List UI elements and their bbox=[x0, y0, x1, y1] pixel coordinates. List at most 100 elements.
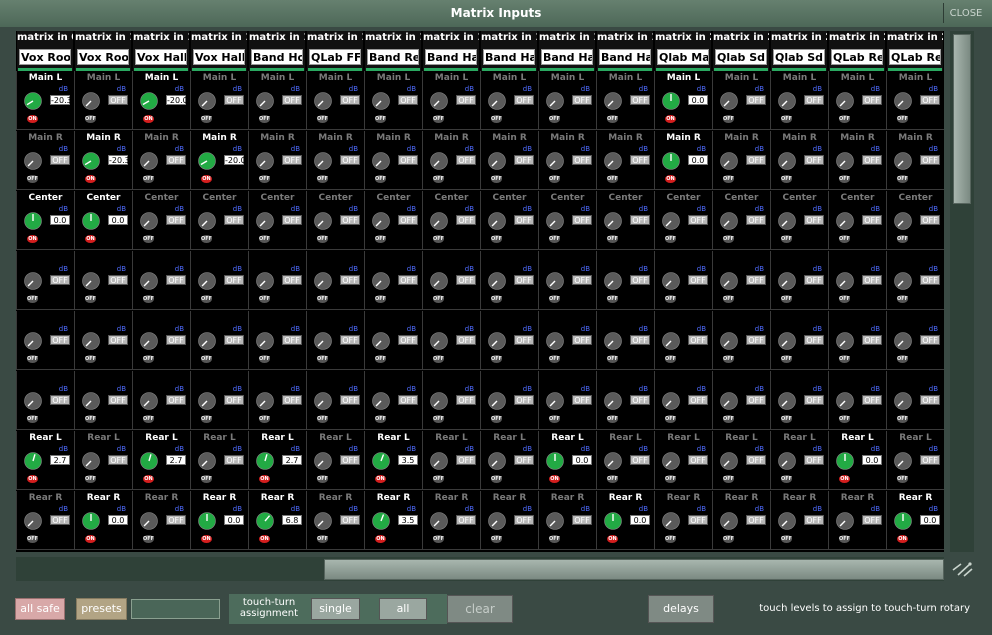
matrix-cell[interactable]: dB OFF OFF bbox=[16, 311, 74, 370]
level-value[interactable]: 0.0 bbox=[630, 515, 650, 525]
level-knob-icon[interactable] bbox=[82, 272, 100, 290]
mute-toggle[interactable]: OFF bbox=[201, 355, 212, 363]
matrix-cell[interactable]: Center dB OFF OFF bbox=[248, 191, 306, 250]
mute-toggle[interactable]: ON bbox=[27, 235, 38, 243]
level-knob-icon[interactable] bbox=[720, 392, 738, 410]
matrix-cell[interactable]: dB OFF OFF bbox=[480, 251, 538, 310]
mute-toggle[interactable]: OFF bbox=[781, 475, 792, 483]
matrix-cell[interactable]: dB OFF OFF bbox=[364, 251, 422, 310]
column-name-field[interactable]: Band Rear bbox=[367, 49, 419, 65]
mute-toggle[interactable]: OFF bbox=[433, 175, 444, 183]
level-value[interactable]: OFF bbox=[688, 335, 708, 345]
matrix-cell[interactable]: Rear R dB OFF OFF bbox=[828, 491, 886, 550]
matrix-cell[interactable]: Rear L dB 0.0 ON bbox=[828, 431, 886, 490]
level-value[interactable]: -20.3 bbox=[108, 155, 130, 165]
matrix-cell[interactable]: Main L dB OFF OFF bbox=[248, 71, 306, 130]
level-knob-icon[interactable] bbox=[894, 512, 912, 530]
matrix-cell[interactable]: Rear R dB 6.8 ON bbox=[248, 491, 306, 550]
column-name-field[interactable]: QLab Rear bbox=[831, 49, 883, 65]
level-knob-icon[interactable] bbox=[430, 392, 448, 410]
level-value[interactable]: OFF bbox=[862, 275, 882, 285]
level-knob-icon[interactable] bbox=[198, 152, 216, 170]
mute-toggle[interactable]: OFF bbox=[259, 355, 270, 363]
level-knob-icon[interactable] bbox=[662, 452, 680, 470]
level-knob-icon[interactable] bbox=[24, 272, 42, 290]
level-knob-icon[interactable] bbox=[198, 92, 216, 110]
level-knob-icon[interactable] bbox=[488, 512, 506, 530]
matrix-cell[interactable]: Main R dB OFF OFF bbox=[248, 131, 306, 190]
matrix-cell[interactable]: Center dB OFF OFF bbox=[712, 191, 770, 250]
level-knob-icon[interactable] bbox=[604, 452, 622, 470]
matrix-cell[interactable]: dB OFF OFF bbox=[16, 371, 74, 430]
matrix-cell[interactable]: Center dB OFF OFF bbox=[306, 191, 364, 250]
mute-toggle[interactable]: OFF bbox=[897, 295, 908, 303]
matrix-cell[interactable]: Main L dB OFF OFF bbox=[74, 71, 132, 130]
level-value[interactable]: OFF bbox=[166, 155, 186, 165]
matrix-cell[interactable]: dB OFF OFF bbox=[364, 311, 422, 370]
level-value[interactable]: -20.0 bbox=[224, 155, 246, 165]
mute-toggle[interactable]: OFF bbox=[607, 175, 618, 183]
matrix-cell[interactable]: Main L dB -20.0 ON bbox=[132, 71, 190, 130]
column-name-field[interactable]: Vox Room bbox=[77, 49, 129, 65]
mute-toggle[interactable]: OFF bbox=[723, 355, 734, 363]
mute-toggle[interactable]: OFF bbox=[723, 175, 734, 183]
level-value[interactable]: OFF bbox=[398, 275, 418, 285]
matrix-cell[interactable]: Main R dB OFF OFF bbox=[770, 131, 828, 190]
vertical-scrollbar-thumb[interactable] bbox=[953, 34, 971, 204]
mute-toggle[interactable]: OFF bbox=[259, 175, 270, 183]
matrix-cell[interactable]: dB OFF OFF bbox=[306, 251, 364, 310]
level-value[interactable]: OFF bbox=[224, 335, 244, 345]
matrix-cell[interactable]: Rear R dB OFF OFF bbox=[480, 491, 538, 550]
mute-toggle[interactable]: OFF bbox=[549, 175, 560, 183]
mute-toggle[interactable]: OFF bbox=[665, 355, 676, 363]
matrix-cell[interactable]: Main L dB OFF OFF bbox=[770, 71, 828, 130]
matrix-cell[interactable]: dB OFF OFF bbox=[306, 371, 364, 430]
level-value[interactable]: OFF bbox=[166, 215, 186, 225]
mute-toggle[interactable]: OFF bbox=[375, 235, 386, 243]
mute-toggle[interactable]: OFF bbox=[723, 115, 734, 123]
matrix-cell[interactable]: dB OFF OFF bbox=[480, 311, 538, 370]
matrix-cell[interactable]: Main R dB OFF OFF bbox=[16, 131, 74, 190]
mute-toggle[interactable]: OFF bbox=[491, 355, 502, 363]
matrix-cell[interactable]: Rear R dB OFF OFF bbox=[538, 491, 596, 550]
mute-toggle[interactable]: OFF bbox=[143, 355, 154, 363]
mute-toggle[interactable]: OFF bbox=[491, 415, 502, 423]
mute-toggle[interactable]: OFF bbox=[317, 295, 328, 303]
mute-toggle[interactable]: OFF bbox=[259, 235, 270, 243]
mute-toggle[interactable]: ON bbox=[839, 475, 850, 483]
level-value[interactable]: OFF bbox=[398, 395, 418, 405]
mute-toggle[interactable]: OFF bbox=[317, 415, 328, 423]
matrix-cell[interactable]: dB OFF OFF bbox=[886, 251, 944, 310]
matrix-cell[interactable]: Rear L dB OFF OFF bbox=[306, 431, 364, 490]
mute-toggle[interactable]: OFF bbox=[27, 355, 38, 363]
mute-toggle[interactable]: OFF bbox=[781, 415, 792, 423]
level-value[interactable]: OFF bbox=[340, 515, 360, 525]
level-value[interactable]: OFF bbox=[224, 95, 244, 105]
level-knob-icon[interactable] bbox=[488, 332, 506, 350]
level-knob-icon[interactable] bbox=[488, 392, 506, 410]
mute-toggle[interactable]: OFF bbox=[491, 295, 502, 303]
clear-button[interactable]: clear bbox=[447, 595, 513, 623]
level-knob-icon[interactable] bbox=[430, 332, 448, 350]
level-value[interactable]: OFF bbox=[514, 335, 534, 345]
mute-toggle[interactable]: ON bbox=[607, 535, 618, 543]
level-knob-icon[interactable] bbox=[894, 92, 912, 110]
matrix-cell[interactable]: Rear L dB 0.0 ON bbox=[538, 431, 596, 490]
level-value[interactable]: OFF bbox=[514, 155, 534, 165]
level-knob-icon[interactable] bbox=[82, 512, 100, 530]
mute-toggle[interactable]: OFF bbox=[781, 175, 792, 183]
mute-toggle[interactable]: OFF bbox=[781, 115, 792, 123]
all-safe-button[interactable]: all safe bbox=[15, 598, 65, 620]
matrix-cell[interactable]: dB OFF OFF bbox=[828, 251, 886, 310]
level-value[interactable]: OFF bbox=[398, 155, 418, 165]
mute-toggle[interactable]: ON bbox=[665, 115, 676, 123]
level-value[interactable]: OFF bbox=[862, 335, 882, 345]
mute-toggle[interactable]: OFF bbox=[781, 535, 792, 543]
level-value[interactable]: OFF bbox=[746, 335, 766, 345]
level-knob-icon[interactable] bbox=[82, 332, 100, 350]
level-value[interactable]: OFF bbox=[108, 275, 128, 285]
matrix-cell[interactable]: Center dB 0.0 ON bbox=[74, 191, 132, 250]
level-value[interactable]: 0.0 bbox=[688, 155, 708, 165]
level-knob-icon[interactable] bbox=[372, 92, 390, 110]
level-knob-icon[interactable] bbox=[720, 212, 738, 230]
